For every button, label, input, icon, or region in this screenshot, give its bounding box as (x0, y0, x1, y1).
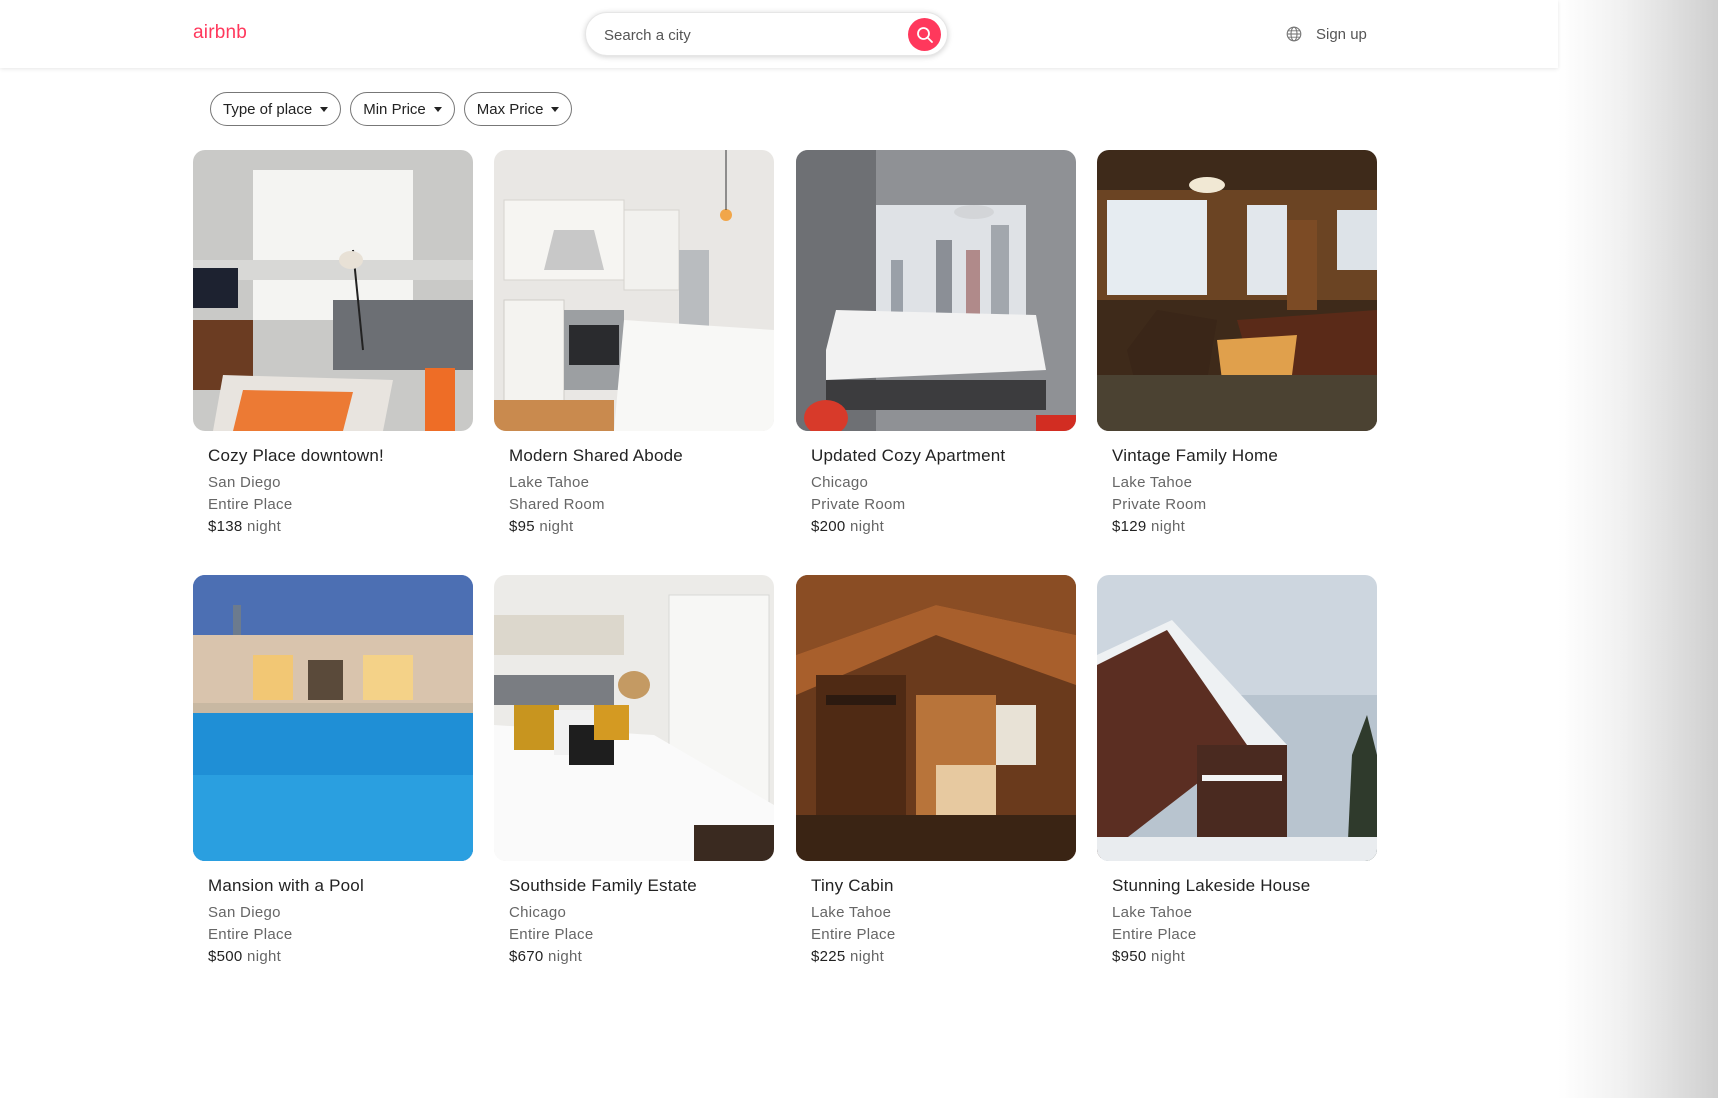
listing-title[interactable]: Stunning Lakeside House (1112, 876, 1377, 896)
price-unit: night (1151, 948, 1186, 965)
listing-type: Private Room (1112, 496, 1207, 513)
search-input[interactable] (602, 21, 896, 49)
listing-card[interactable]: Vintage Family Home Lake Tahoe Private R… (1097, 150, 1377, 535)
price-amount: $95 (509, 518, 535, 535)
price-unit: night (850, 948, 885, 965)
listing-card[interactable]: Updated Cozy Apartment Chicago Private R… (796, 150, 1076, 535)
caret-down-icon (551, 106, 560, 112)
listing-photo[interactable] (494, 150, 774, 431)
listing-type: Entire Place (811, 926, 896, 943)
price-amount: $225 (811, 948, 846, 965)
listing-card[interactable]: Modern Shared Abode Lake Tahoe Shared Ro… (494, 150, 774, 535)
listing-title[interactable]: Tiny Cabin (811, 876, 1076, 896)
listing-photo[interactable] (193, 575, 473, 861)
price-unit: night (247, 948, 282, 965)
listing-price: $670 night (509, 948, 774, 965)
listing-title[interactable]: Updated Cozy Apartment (811, 446, 1076, 466)
price-amount: $500 (208, 948, 243, 965)
listing-city: San Diego (208, 474, 281, 491)
listing-type: Entire Place (208, 496, 293, 513)
listing-type: Entire Place (208, 926, 293, 943)
type-of-place-filter[interactable]: Type of place (210, 92, 342, 126)
listing-price: $138 night (208, 518, 473, 535)
listing-type: Entire Place (1112, 926, 1197, 943)
listing-price: $200 night (811, 518, 1076, 535)
price-unit: night (850, 518, 885, 535)
price-amount: $670 (509, 948, 544, 965)
listing-city: Chicago (811, 474, 869, 491)
sign-up-link[interactable]: Sign up (1316, 26, 1367, 43)
user-nav: Sign up (1286, 22, 1367, 46)
listing-card[interactable]: Mansion with a Pool San Diego Entire Pla… (193, 575, 473, 965)
listing-photo[interactable] (1097, 575, 1377, 861)
listing-city: Lake Tahoe (1112, 904, 1193, 921)
listing-city: Chicago (509, 904, 567, 921)
listing-card[interactable]: Cozy Place downtown! San Diego Entire Pl… (193, 150, 473, 535)
airbnb-logo[interactable]: airbnb (193, 22, 247, 44)
listing-city: Lake Tahoe (811, 904, 892, 921)
listing-price: $95 night (509, 518, 774, 535)
price-unit: night (548, 948, 583, 965)
listing-title[interactable]: Modern Shared Abode (509, 446, 774, 466)
price-amount: $200 (811, 518, 846, 535)
price-amount: $129 (1112, 518, 1147, 535)
listing-title[interactable]: Vintage Family Home (1112, 446, 1377, 466)
filter-bar: Type of place Min Price Max Price (210, 92, 573, 126)
listing-card[interactable]: Tiny Cabin Lake Tahoe Entire Place $225 … (796, 575, 1076, 965)
filter-label: Min Price (363, 100, 426, 118)
top-navbar: airbnb Sign up (0, 0, 1558, 68)
listing-price: $129 night (1112, 518, 1377, 535)
price-amount: $138 (208, 518, 243, 535)
listing-price: $225 night (811, 948, 1076, 965)
listing-price: $950 night (1112, 948, 1377, 965)
listing-card[interactable]: Stunning Lakeside House Lake Tahoe Entir… (1097, 575, 1377, 965)
max-price-filter[interactable]: Max Price (463, 92, 573, 126)
search-bar (585, 12, 948, 56)
min-price-filter[interactable]: Min Price (350, 92, 455, 126)
listing-title[interactable]: Southside Family Estate (509, 876, 774, 896)
listing-type: Shared Room (509, 496, 605, 513)
listing-photo[interactable] (1097, 150, 1377, 431)
search-icon (916, 26, 933, 43)
listing-title[interactable]: Mansion with a Pool (208, 876, 473, 896)
listing-city: Lake Tahoe (509, 474, 590, 491)
price-amount: $950 (1112, 948, 1147, 965)
search-button[interactable] (908, 18, 941, 51)
caret-down-icon (433, 106, 442, 112)
filter-label: Max Price (476, 100, 544, 118)
listing-title[interactable]: Cozy Place downtown! (208, 446, 473, 466)
price-unit: night (539, 518, 574, 535)
price-unit: night (247, 518, 282, 535)
listing-card[interactable]: Southside Family Estate Chicago Entire P… (494, 575, 774, 965)
listing-city: San Diego (208, 904, 281, 921)
listing-type: Entire Place (509, 926, 594, 943)
listing-photo[interactable] (494, 575, 774, 861)
filter-label: Type of place (223, 100, 313, 118)
listing-city: Lake Tahoe (1112, 474, 1193, 491)
listing-photo[interactable] (193, 150, 473, 431)
page-edge-shadow (1558, 0, 1718, 1098)
listing-price: $500 night (208, 948, 473, 965)
caret-down-icon (320, 106, 329, 112)
price-unit: night (1151, 518, 1186, 535)
listing-photo[interactable] (796, 575, 1076, 861)
listing-photo[interactable] (796, 150, 1076, 431)
listing-type: Private Room (811, 496, 906, 513)
globe-icon[interactable] (1286, 26, 1302, 42)
